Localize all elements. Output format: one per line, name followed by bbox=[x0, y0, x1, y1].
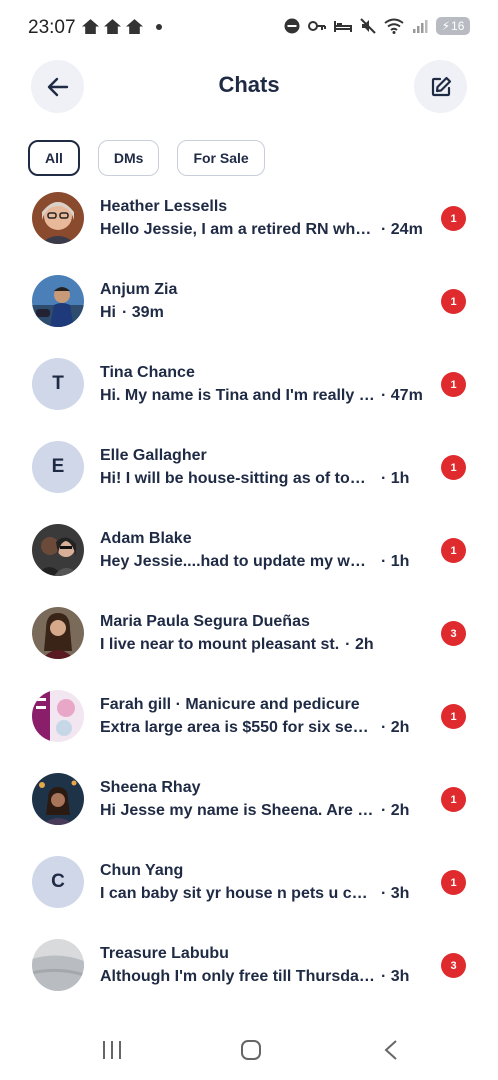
chat-item[interactable]: Treasure Labubu Although I'm only free t… bbox=[0, 937, 498, 1020]
chat-message: Hey Jessie....had to update my whats... bbox=[100, 553, 375, 570]
chat-name: Maria Paula Segura Dueñas bbox=[100, 613, 310, 630]
unread-badge: 3 bbox=[441, 953, 466, 978]
chat-time: · 39m bbox=[122, 304, 164, 321]
unread-badge: 1 bbox=[441, 455, 466, 480]
chat-item[interactable]: Adam Blake Hey Jessie....had to update m… bbox=[0, 522, 498, 605]
unread-badge: 1 bbox=[441, 704, 466, 729]
wifi-icon bbox=[384, 18, 404, 34]
app-header: Chats bbox=[0, 58, 498, 116]
status-time: 23:07 bbox=[28, 17, 76, 38]
filter-all[interactable]: All bbox=[28, 140, 80, 176]
chat-message: Hi bbox=[100, 304, 116, 321]
chat-message: Hi. My name is Tina and I'm really in... bbox=[100, 387, 375, 404]
chat-time: · 24m bbox=[381, 221, 423, 238]
avatar bbox=[32, 690, 84, 742]
chat-preview: Extra large area is $550 for six sessio.… bbox=[100, 719, 409, 737]
chat-message: Hi Jesse my name is Sheena. Are you ... bbox=[100, 802, 375, 819]
filter-dms[interactable]: DMs bbox=[97, 140, 160, 176]
chat-message: I can baby sit yr house n pets u can re.… bbox=[100, 885, 375, 902]
chat-time: · 47m bbox=[381, 387, 423, 404]
chat-item[interactable]: T Tina Chance Hi. My name is Tina and I'… bbox=[0, 356, 498, 439]
new-message-button[interactable] bbox=[414, 60, 467, 113]
notification-icons bbox=[82, 19, 162, 34]
chat-time: · 1h bbox=[381, 470, 410, 487]
avatar bbox=[32, 275, 84, 327]
chat-name: Elle Gallagher bbox=[100, 447, 207, 464]
avatar bbox=[32, 939, 84, 991]
chat-item[interactable]: C Chun Yang I can baby sit yr house n pe… bbox=[0, 854, 498, 937]
chat-time: · 3h bbox=[381, 885, 410, 902]
home-button-icon[interactable] bbox=[240, 1039, 262, 1061]
chat-preview: I can baby sit yr house n pets u can re.… bbox=[100, 885, 409, 903]
chat-name: Tina Chance bbox=[100, 364, 195, 381]
signal-icon bbox=[413, 20, 428, 33]
chat-item[interactable]: E Elle Gallagher Hi! I will be house-sit… bbox=[0, 439, 498, 522]
system-navigation-bar bbox=[0, 1030, 498, 1070]
system-icons: ⚡ 16 bbox=[284, 17, 470, 35]
chat-preview: Hi! I will be house-sitting as of tomorr… bbox=[100, 470, 409, 488]
chat-name: Adam Blake bbox=[100, 530, 192, 547]
chat-item[interactable]: Anjum Zia Hi · 39m 1 bbox=[0, 273, 498, 356]
chat-item[interactable]: Sheena Rhay Hi Jesse my name is Sheena. … bbox=[0, 771, 498, 854]
chat-time: · 2h bbox=[345, 636, 374, 653]
chat-item[interactable]: Maria Paula Segura Dueñas I live near to… bbox=[0, 605, 498, 688]
chat-name: Treasure Labubu bbox=[100, 945, 229, 962]
recent-apps-icon[interactable] bbox=[101, 1039, 123, 1061]
avatar: T bbox=[32, 358, 84, 410]
unread-badge: 1 bbox=[441, 538, 466, 563]
key-icon bbox=[308, 21, 326, 31]
home-icon bbox=[104, 19, 121, 34]
chat-message: Extra large area is $550 for six sessio.… bbox=[100, 719, 375, 736]
compose-icon bbox=[431, 76, 451, 96]
unread-badge: 1 bbox=[441, 289, 466, 314]
status-bar: 23:07 ⚡ 16 bbox=[0, 0, 498, 56]
chat-preview: Hi. My name is Tina and I'm really in...… bbox=[100, 387, 423, 405]
unread-badge: 3 bbox=[441, 621, 466, 646]
chat-time: · 2h bbox=[381, 802, 410, 819]
chat-time: · 3h bbox=[381, 968, 410, 985]
unread-badge: 1 bbox=[441, 206, 466, 231]
chat-message: Hi! I will be house-sitting as of tomorr… bbox=[100, 470, 375, 487]
chat-time: · 2h bbox=[381, 719, 410, 736]
chat-preview: Although I'm only free till Thursday s..… bbox=[100, 968, 409, 986]
mute-icon bbox=[360, 18, 376, 34]
chat-name: Sheena Rhay bbox=[100, 779, 201, 796]
chat-message: Hello Jessie, I am a retired RN who ... bbox=[100, 221, 375, 238]
chat-list: Heather Lessells Hello Jessie, I am a re… bbox=[0, 190, 498, 1020]
more-notifications-dot-icon bbox=[156, 23, 162, 30]
chat-filter-tabs: All DMs For Sale bbox=[28, 140, 265, 176]
chat-name: Farah gill · Manicure and pedicure bbox=[100, 696, 360, 713]
battery-level: 16 bbox=[451, 19, 465, 33]
avatar: C bbox=[32, 856, 84, 908]
chat-item[interactable]: Farah gill · Manicure and pedicure Extra… bbox=[0, 688, 498, 771]
chat-preview: Hello Jessie, I am a retired RN who ... … bbox=[100, 221, 423, 239]
chat-name: Chun Yang bbox=[100, 862, 184, 879]
chat-message: I live near to mount pleasant st. bbox=[100, 636, 340, 653]
avatar bbox=[32, 607, 84, 659]
avatar bbox=[32, 773, 84, 825]
unread-badge: 1 bbox=[441, 870, 466, 895]
chat-name: Heather Lessells bbox=[100, 198, 228, 215]
back-nav-icon[interactable] bbox=[383, 1039, 399, 1061]
chat-preview: Hi · 39m bbox=[100, 304, 164, 322]
home-icon bbox=[82, 19, 99, 34]
chat-preview: Hi Jesse my name is Sheena. Are you ... … bbox=[100, 802, 409, 820]
charging-icon: ⚡ bbox=[441, 19, 451, 33]
chat-message: Although I'm only free till Thursday s..… bbox=[100, 968, 375, 985]
avatar: E bbox=[32, 441, 84, 493]
chat-item[interactable]: Heather Lessells Hello Jessie, I am a re… bbox=[0, 190, 498, 273]
filter-for-sale[interactable]: For Sale bbox=[177, 140, 265, 176]
chat-time: · 1h bbox=[381, 553, 410, 570]
chat-name: Anjum Zia bbox=[100, 281, 178, 298]
chat-preview: I live near to mount pleasant st. · 2h bbox=[100, 636, 374, 654]
unread-badge: 1 bbox=[441, 372, 466, 397]
bed-icon bbox=[334, 21, 352, 32]
home-icon bbox=[126, 19, 143, 34]
chat-preview: Hey Jessie....had to update my whats... … bbox=[100, 553, 409, 571]
battery-indicator: ⚡ 16 bbox=[436, 17, 470, 35]
unread-badge: 1 bbox=[441, 787, 466, 812]
do-not-disturb-icon bbox=[284, 18, 300, 34]
avatar bbox=[32, 192, 84, 244]
avatar bbox=[32, 524, 84, 576]
